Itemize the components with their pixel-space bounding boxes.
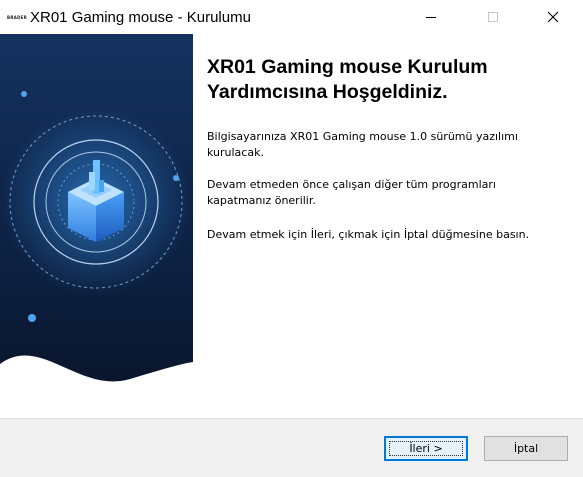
button-bar: İleri > İptal (0, 418, 583, 477)
cancel-button-label: İptal (513, 442, 539, 455)
install-info-text: Bilgisayarınıza XR01 Gaming mouse 1.0 sü… (207, 129, 567, 161)
next-button[interactable]: İleri > (384, 436, 468, 461)
close-icon (547, 11, 559, 23)
heading-line-2: Yardımcısına Hoşgeldiniz. (207, 81, 448, 103)
minimize-button[interactable] (408, 0, 454, 34)
close-button[interactable] (530, 0, 576, 34)
close-programs-line-2: kapatmanız önerilir. (207, 194, 316, 207)
minimize-icon (426, 17, 436, 18)
banner-illustration (0, 34, 193, 396)
heading-line-1: XR01 Gaming mouse Kurulum (207, 56, 488, 78)
instruction-text: Devam etmek için İleri, çıkmak için İpta… (207, 228, 530, 241)
focus-rectangle (389, 441, 463, 456)
cancel-button[interactable]: İptal (484, 436, 568, 461)
welcome-banner (0, 34, 193, 396)
close-programs-text: Devam etmeden önce çalışan diğer tüm pro… (207, 177, 567, 209)
install-info-line-1: Bilgisayarınıza XR01 Gaming mouse 1.0 sü… (207, 130, 518, 143)
welcome-heading: XR01 Gaming mouse Kurulum Yardımcısına H… (207, 55, 573, 105)
app-icon: BRADER (7, 15, 28, 20)
window-title: XR01 Gaming mouse - Kurulumu (30, 9, 251, 26)
installer-window: BRADER XR01 Gaming mouse - Kurulumu XR01… (0, 0, 583, 477)
install-info-line-2: kurulacak. (207, 146, 264, 159)
maximize-button[interactable] (470, 0, 516, 34)
title-bar[interactable]: BRADER XR01 Gaming mouse - Kurulumu (0, 0, 583, 34)
close-programs-line-1: Devam etmeden önce çalışan diğer tüm pro… (207, 178, 496, 191)
maximize-icon (488, 12, 498, 22)
